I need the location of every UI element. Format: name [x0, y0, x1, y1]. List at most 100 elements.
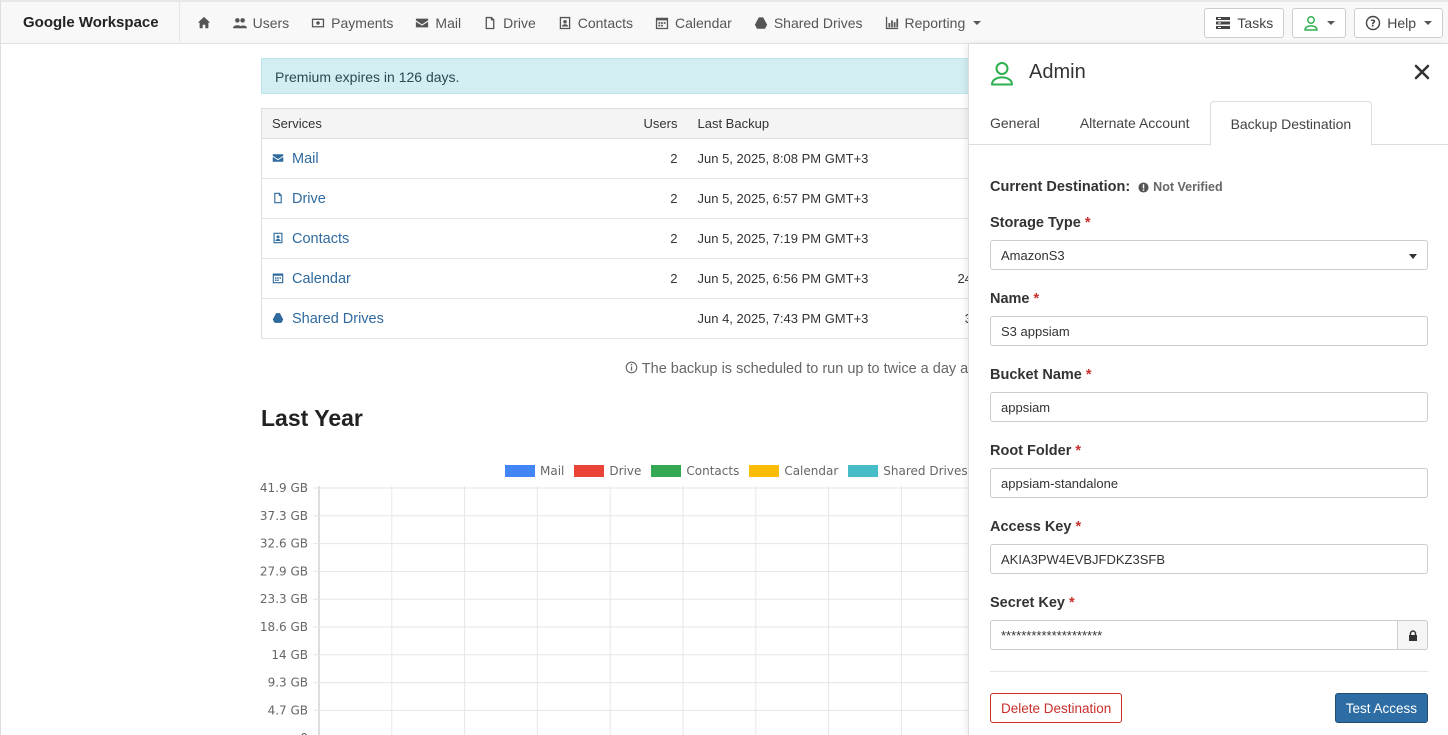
header-services: Services: [261, 108, 634, 139]
nav-drive[interactable]: Drive: [472, 2, 547, 44]
tab-general[interactable]: General: [970, 101, 1060, 145]
access-key-input[interactable]: AKIA3PW4EVBJFDKZ3SFB: [990, 544, 1428, 574]
brand-title[interactable]: Google Workspace: [1, 2, 180, 44]
nav-contacts-label: Contacts: [577, 14, 633, 31]
nav-mail[interactable]: Mail: [404, 2, 472, 44]
y-tick-label: 4.7 GB: [268, 703, 308, 717]
table-row: Contacts 2 Jun 5, 2025, 7:19 PM GMT+3 8.…: [261, 218, 1001, 259]
chart-plot: 41.9 GB 37.3 GB 32.6 GB 27.9 GB 23.3 GB 18.6 …: [260, 481, 969, 735]
last-backup: Jun 5, 2025, 6:56 PM GMT+3: [687, 258, 928, 299]
y-tick-label: 18.6 GB: [260, 620, 308, 634]
table-row: Drive 2 Jun 5, 2025, 6:57 PM GMT+3 4.1: [261, 178, 1001, 219]
contacts-icon: [559, 16, 570, 29]
tasks-icon: [1216, 17, 1231, 29]
nav-home[interactable]: [186, 2, 222, 44]
last-backup: Jun 4, 2025, 7:43 PM GMT+3: [687, 298, 928, 339]
last-backup: Jun 5, 2025, 7:19 PM GMT+3: [687, 218, 928, 259]
close-icon[interactable]: [1414, 64, 1430, 80]
y-tick-label: 37.3 GB: [260, 509, 308, 523]
service-link-contacts[interactable]: Contacts: [261, 218, 634, 259]
root-folder-label: Root Folder *: [990, 443, 1082, 459]
admin-panel: Admin General Alternate Account Backup D…: [968, 44, 1448, 735]
tasks-button[interactable]: Tasks: [1204, 8, 1285, 38]
service-link-calendar[interactable]: Calendar: [261, 258, 634, 299]
account-button[interactable]: [1292, 8, 1347, 38]
status-text: Not Verified: [1153, 180, 1223, 194]
chevron-down-icon: [1424, 21, 1432, 25]
backup-destination-form: Current Destination: Not Verified Storag…: [969, 179, 1448, 723]
y-tick-label: 23.3 GB: [260, 592, 308, 606]
panel-tabs: General Alternate Account Backup Destina…: [969, 101, 1448, 146]
nav-payments-label: Payments: [331, 14, 394, 31]
current-destination-label: Current Destination:: [990, 179, 1131, 195]
header-users: Users: [633, 108, 688, 139]
nav-drive-label: Drive: [503, 14, 536, 31]
service-link-mail[interactable]: Mail: [261, 138, 634, 179]
table-row: Mail 2 Jun 5, 2025, 8:08 PM GMT+3 1.0: [261, 138, 1001, 179]
storage-type-select[interactable]: AmazonS3: [990, 240, 1428, 270]
question-circle-icon: ?: [1366, 15, 1381, 31]
y-tick-label: 14 GB: [271, 648, 308, 662]
table-header-row: Services Users Last Backup: [261, 108, 1001, 139]
nav-payments[interactable]: Payments: [300, 2, 404, 44]
service-link-shared-drives[interactable]: Shared Drives: [261, 298, 634, 339]
drive-icon: [485, 16, 495, 29]
nav-users[interactable]: Users: [222, 2, 301, 44]
panel-title: Admin: [1029, 61, 1086, 83]
storage-chart: Mail Drive Contacts Calendar Shared Driv…: [249, 460, 969, 735]
user-icon: [991, 61, 1013, 85]
last-backup: Jun 5, 2025, 8:08 PM GMT+3: [687, 138, 928, 179]
mail-icon: [416, 18, 429, 27]
users-count: 2: [633, 258, 688, 299]
contacts-icon: [273, 232, 283, 243]
status-badge: Not Verified: [1138, 180, 1223, 194]
table-row: Calendar 2 Jun 5, 2025, 6:56 PM GMT+3 24…: [261, 258, 1001, 299]
panel-header: Admin: [969, 44, 1448, 101]
shared-drives-icon: [754, 16, 767, 29]
users-count: 2: [633, 218, 688, 259]
services-table: Services Users Last Backup Mail 2 Jun 5,…: [261, 108, 1001, 339]
info-circle-icon: [625, 361, 638, 374]
nav-reporting-label: Reporting: [904, 14, 966, 31]
form-actions: Delete Destination Test Access: [990, 693, 1428, 723]
root-folder-input[interactable]: appsiam-standalone: [990, 468, 1428, 498]
nav-shared-drives-label: Shared Drives: [773, 14, 863, 31]
nav-right: Tasks ? Help: [1204, 8, 1443, 38]
nav-users-label: Users: [252, 14, 290, 31]
chevron-down-icon: [1409, 254, 1417, 259]
tasks-label: Tasks: [1237, 15, 1274, 31]
service-link-drive[interactable]: Drive: [261, 178, 634, 219]
y-tick-label: 27.9 GB: [260, 564, 308, 578]
secret-key-group: ********************: [990, 620, 1428, 650]
tab-backup-destination[interactable]: Backup Destination: [1209, 101, 1373, 146]
nav-calendar-label: Calendar: [675, 14, 732, 31]
top-navbar: Google Workspace Users Payments Mail Dri…: [1, 2, 1448, 44]
users-icon: [232, 17, 247, 28]
test-access-button[interactable]: Test Access: [1334, 693, 1428, 723]
user-icon: [1304, 16, 1318, 31]
calendar-icon: [655, 17, 669, 29]
nav-shared-drives[interactable]: Shared Drives: [743, 2, 874, 44]
help-button[interactable]: ? Help: [1354, 8, 1443, 38]
users-count: 2: [633, 178, 688, 219]
nav-reporting[interactable]: Reporting: [874, 2, 993, 44]
y-tick-label: 9.3 GB: [268, 676, 308, 690]
tab-alternate-account[interactable]: Alternate Account: [1060, 101, 1210, 145]
shared-drives-icon: [272, 312, 284, 323]
name-label: Name *: [990, 291, 1040, 307]
nav-contacts[interactable]: Contacts: [547, 2, 644, 44]
delete-destination-button[interactable]: Delete Destination: [990, 693, 1123, 723]
y-tick-label: 32.6 GB: [260, 537, 308, 551]
reporting-icon: [885, 16, 898, 29]
nav-calendar[interactable]: Calendar: [644, 2, 743, 44]
access-key-label: Access Key *: [990, 519, 1082, 535]
calendar-icon: [272, 273, 284, 283]
chevron-down-icon: [973, 20, 982, 25]
lock-button[interactable]: [1398, 620, 1428, 650]
bucket-name-input[interactable]: appsiam: [990, 392, 1428, 422]
name-input[interactable]: S3 appsiam: [990, 316, 1428, 346]
secret-key-input[interactable]: ********************: [990, 620, 1398, 650]
nav-items: Users Payments Mail Drive Contacts Calen…: [180, 2, 993, 44]
exclamation-circle-icon: [1138, 181, 1149, 193]
bucket-name-label: Bucket Name *: [990, 367, 1092, 383]
